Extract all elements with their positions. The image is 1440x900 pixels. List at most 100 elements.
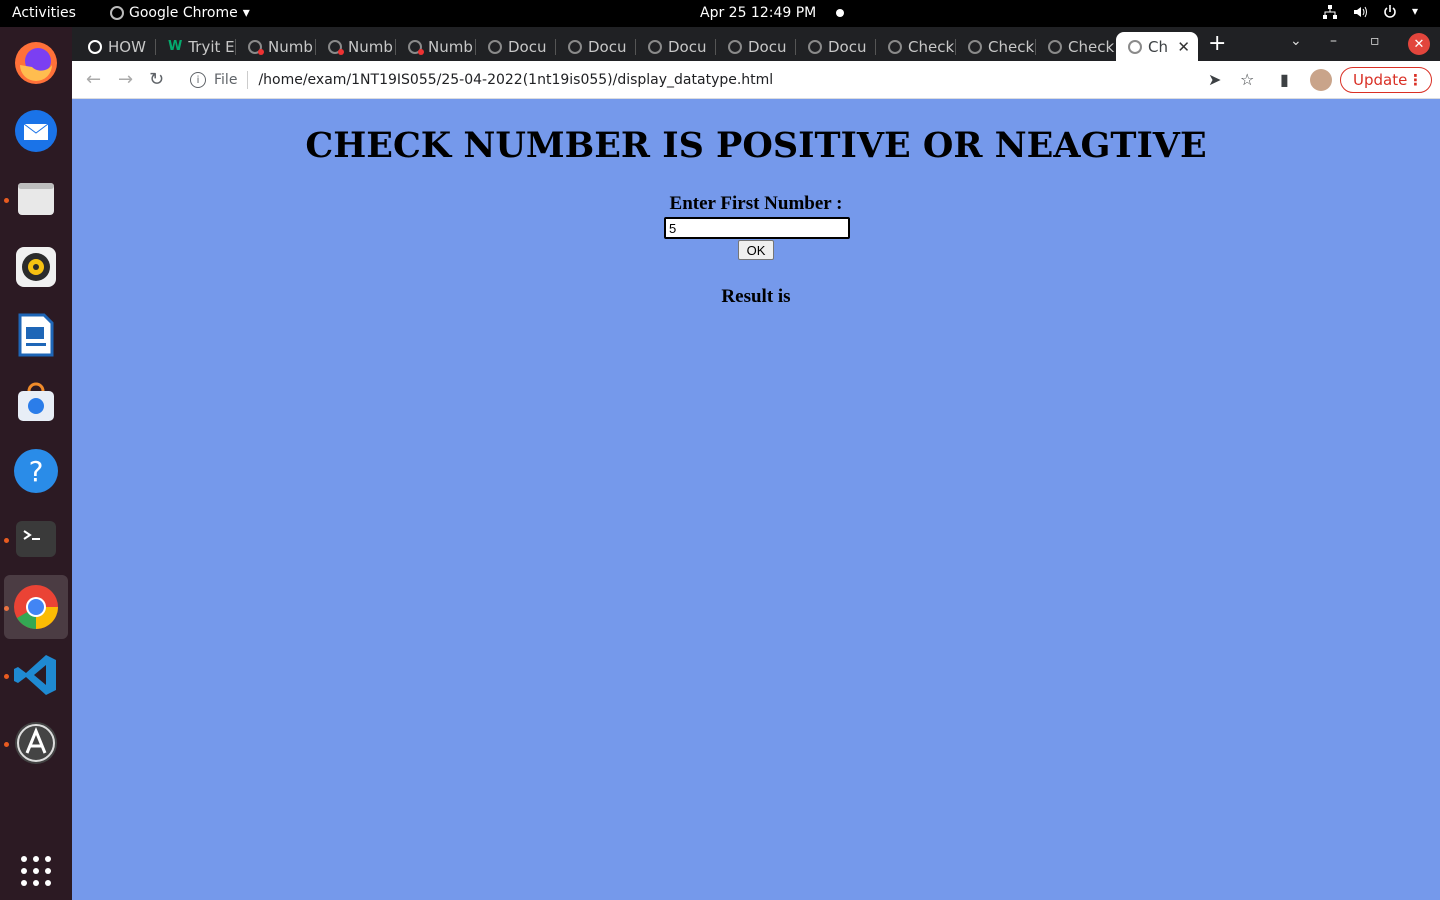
- software-icon[interactable]: [12, 379, 60, 427]
- rhythmbox-icon[interactable]: [12, 243, 60, 291]
- reload-icon[interactable]: ↻: [149, 69, 164, 90]
- recording-dot-icon: [418, 49, 424, 55]
- tab-label: Numb: [268, 37, 313, 56]
- app-menu-label: Google Chrome: [129, 5, 238, 21]
- running-indicator: [4, 742, 9, 747]
- url-text[interactable]: /home/exam/1NT19IS055/25-04-2022(1nt19is…: [258, 72, 773, 88]
- tab[interactable]: HOW: [76, 32, 156, 61]
- running-indicator: [4, 198, 9, 203]
- close-window-icon[interactable]: ✕: [1408, 33, 1430, 55]
- chrome-window: HOW W Tryit E Numb Numb Numb Docu Docu Do…: [72, 27, 1440, 900]
- result-text: Result is: [721, 286, 791, 307]
- firefox-icon[interactable]: [12, 39, 60, 87]
- maximize-icon[interactable]: ▫: [1370, 33, 1380, 49]
- back-icon[interactable]: ←: [86, 69, 101, 90]
- address-bar[interactable]: i File /home/exam/1NT19IS055/25-04-2022(…: [180, 65, 1240, 95]
- info-icon[interactable]: i: [190, 72, 206, 88]
- close-tab-icon[interactable]: ✕: [1177, 38, 1190, 56]
- app-grid-icon[interactable]: [12, 847, 60, 895]
- activities-button[interactable]: Activities: [12, 5, 76, 21]
- svg-text:?: ?: [29, 455, 44, 488]
- more-menu-icon[interactable]: ⋮: [1408, 71, 1423, 89]
- tab[interactable]: W Tryit E: [156, 32, 236, 61]
- help-icon[interactable]: ?: [12, 447, 60, 495]
- tab[interactable]: Docu: [716, 32, 796, 61]
- tab[interactable]: Docu: [796, 32, 876, 61]
- tab-label: Docu: [508, 37, 547, 56]
- scheme-label: File: [214, 72, 238, 88]
- system-top-bar: Activities Google Chrome ▾ Apr 25 12:49 …: [0, 0, 1440, 27]
- chrome-icon[interactable]: [4, 575, 68, 639]
- star-icon[interactable]: ☆: [1240, 70, 1254, 89]
- tab[interactable]: Docu: [556, 32, 636, 61]
- update-label: Update: [1353, 71, 1408, 89]
- tab-label: Docu: [588, 37, 627, 56]
- tab-label: Docu: [828, 37, 867, 56]
- power-icon: [1382, 4, 1398, 20]
- side-panel-icon[interactable]: ▮: [1280, 70, 1289, 89]
- app-menu[interactable]: Google Chrome ▾: [110, 5, 250, 21]
- tab-active[interactable]: Ch ✕: [1116, 32, 1198, 61]
- globe-icon: [888, 39, 902, 54]
- send-icon[interactable]: ➤: [1208, 70, 1221, 89]
- tab[interactable]: Check: [1036, 32, 1116, 61]
- running-indicator: [4, 674, 9, 679]
- recording-dot-icon: [338, 49, 344, 55]
- network-icon: [1322, 4, 1338, 20]
- forward-icon[interactable]: →: [118, 69, 133, 90]
- tab-label: Numb: [348, 37, 393, 56]
- globe-icon: [968, 39, 982, 54]
- tab-search-chevron-icon[interactable]: ⌄: [1290, 33, 1302, 49]
- tab-label: Check: [1068, 37, 1115, 56]
- dock: ?: [0, 27, 72, 900]
- w3schools-icon: W: [168, 39, 183, 54]
- tab[interactable]: Docu: [476, 32, 556, 61]
- globe-icon: [568, 39, 582, 54]
- page-title: CHECK NUMBER IS POSITIVE OR NEAGTIVE: [305, 125, 1207, 166]
- new-tab-button[interactable]: +: [1208, 31, 1226, 56]
- browser-toolbar: ← → ↻ i File /home/exam/1NT19IS055/25-04…: [72, 61, 1440, 99]
- clock[interactable]: Apr 25 12:49 PM: [700, 5, 845, 21]
- globe-icon: [808, 39, 822, 54]
- google-icon: [88, 39, 102, 54]
- globe-icon: [488, 39, 502, 54]
- tab[interactable]: Numb: [236, 32, 316, 61]
- tab[interactable]: Numb: [396, 32, 476, 61]
- page-viewport: CHECK NUMBER IS POSITIVE OR NEAGTIVE Ent…: [72, 99, 1440, 900]
- volume-icon: [1352, 4, 1368, 20]
- tab-strip: HOW W Tryit E Numb Numb Numb Docu Docu Do…: [72, 27, 1440, 61]
- globe-icon: [728, 39, 742, 54]
- profile-avatar[interactable]: [1310, 69, 1332, 91]
- minimize-icon[interactable]: –: [1330, 33, 1337, 49]
- vscode-icon[interactable]: [12, 651, 60, 699]
- thunderbird-icon[interactable]: [12, 107, 60, 155]
- tab-label: Docu: [668, 37, 707, 56]
- number-label: Enter First Number :: [669, 193, 843, 214]
- recording-dot-icon: [258, 49, 264, 55]
- tab-label: Check: [988, 37, 1035, 56]
- running-indicator: [4, 538, 9, 543]
- system-tray[interactable]: ▾: [1322, 4, 1428, 20]
- update-button[interactable]: Update ⋮: [1340, 67, 1432, 93]
- tab-label: Tryit E: [188, 37, 235, 56]
- files-icon[interactable]: [12, 175, 60, 223]
- number-input[interactable]: [664, 217, 850, 239]
- tab[interactable]: Check: [956, 32, 1036, 61]
- tab[interactable]: Numb: [316, 32, 396, 61]
- clock-label: Apr 25 12:49 PM: [700, 5, 817, 21]
- tab-label: Check: [908, 37, 955, 56]
- tab-label: Ch: [1148, 37, 1168, 56]
- terminal-icon[interactable]: [12, 515, 60, 563]
- globe-icon: [1128, 39, 1142, 54]
- ok-button[interactable]: OK: [738, 240, 774, 260]
- chrome-small-icon: [110, 6, 124, 20]
- tab[interactable]: Docu: [636, 32, 716, 61]
- tab-label: Docu: [748, 37, 787, 56]
- notification-dot-icon: [836, 9, 845, 17]
- globe-icon: [1048, 39, 1062, 54]
- updater-icon[interactable]: [12, 719, 60, 767]
- tab[interactable]: Check: [876, 32, 956, 61]
- tab-label: Numb: [428, 37, 473, 56]
- tab-label: HOW: [108, 37, 146, 56]
- writer-icon[interactable]: [12, 311, 60, 359]
